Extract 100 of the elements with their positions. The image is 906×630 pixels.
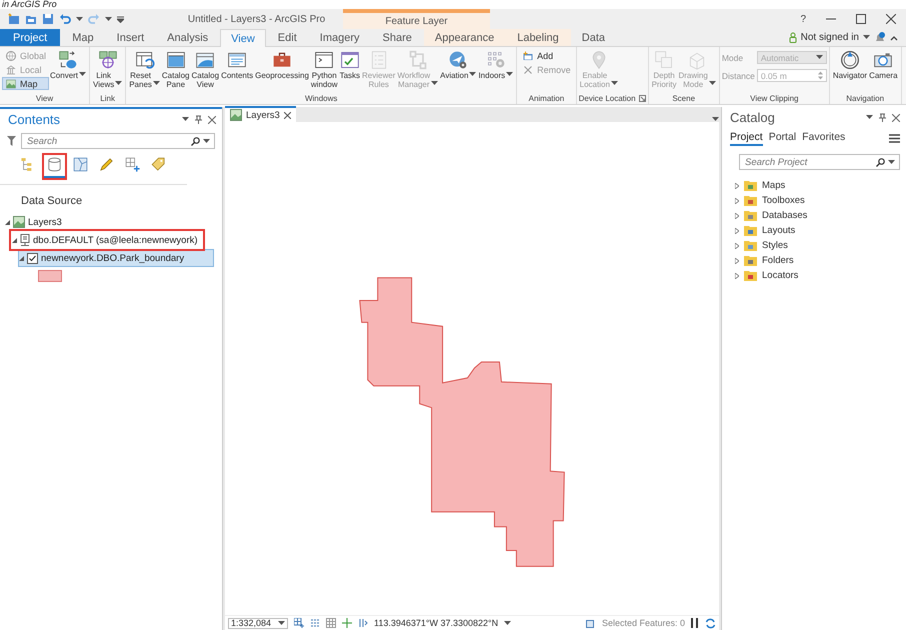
flowchart-icon [408,50,428,70]
tree-item[interactable]: dbo.DEFAULT (sa@leela:newnewyork) [11,231,203,249]
collapsed-triangle-icon [735,228,739,234]
catalog-item[interactable]: Styles [722,238,906,253]
pin-icon[interactable] [195,115,202,124]
grid-icon[interactable] [326,618,336,628]
ribbon-tab[interactable]: Appearance [424,29,506,46]
filter-icon[interactable] [7,136,16,146]
grid-plus-icon[interactable] [294,618,304,628]
tab-list-caret-icon [712,117,719,122]
crosshair-icon[interactable] [342,618,352,628]
list-window-icon [227,50,248,70]
dialog-launcher-icon[interactable] [638,95,646,102]
folder-icon [744,270,757,281]
ribbon-button[interactable]: Catalog View [190,49,220,90]
ribbon-tab[interactable]: Labeling [506,29,570,46]
ribbon-tab[interactable]: Share [372,29,423,46]
pause-icon[interactable] [691,618,699,628]
caption-text: in ArcGIS Pro [1,0,58,9]
pin-icon[interactable] [879,113,886,122]
grid-plus-icon [124,156,141,173]
pane-menu-caret-icon [866,115,873,120]
ribbon-button[interactable]: Link Views [92,49,124,90]
catalog-item[interactable]: Maps [722,178,906,193]
close-icon[interactable] [284,112,291,118]
map-convert-icon [58,50,78,70]
compass-icon [840,50,860,70]
catalog-item[interactable]: Folders [722,253,906,268]
map-view-tab[interactable]: Layers3 [225,106,296,122]
catalog-item[interactable]: Layouts [722,223,906,238]
catalog-tab[interactable]: Project [730,131,763,146]
close-icon[interactable] [208,116,216,124]
ribbon-button[interactable]: Reset Panes [128,49,161,90]
ribbon-group-label: Device Location [578,94,636,103]
catalog-item[interactable]: Locators [722,268,906,283]
scale-dropdown[interactable]: 1:332,084 [228,618,288,628]
menu-icon[interactable] [889,134,900,143]
field-label: Mode [722,52,744,62]
notification-bell-icon[interactable] [874,32,886,44]
dropdown-caret-icon [816,55,823,60]
dropdown-caret-icon [504,620,512,626]
server-icon [20,234,30,246]
expanded-triangle-icon[interactable] [12,238,17,242]
ribbon-button[interactable]: Indoors [477,49,514,81]
undo-icon[interactable] [59,13,71,25]
open-folder-icon[interactable] [25,13,37,25]
ribbon-button[interactable]: Convert [49,49,88,81]
tree-item[interactable]: Layers3 [4,213,67,231]
ribbon-button[interactable]: Contents [220,49,254,81]
ribbon-tab[interactable]: Data [570,29,616,46]
section-heading: Data Source [20,194,84,209]
ribbon-tab[interactable]: Edit [266,29,308,46]
ribbon-button[interactable]: Camera [868,49,899,81]
maximize-icon[interactable] [856,14,866,24]
refresh-icon[interactable] [705,618,716,628]
save-icon[interactable] [42,13,54,25]
ribbon-button[interactable]: Catalog Pane [160,49,190,90]
catalog-item[interactable]: Databases [722,208,906,223]
new-project-icon[interactable] [8,13,20,25]
field-label: Distance [722,70,754,80]
ribbon-tab[interactable]: Analysis [156,29,220,46]
expanded-triangle-icon[interactable] [5,220,10,224]
catalog-tab[interactable]: Portal [768,131,796,146]
pane-title: Catalog [730,110,775,125]
customize-caret-icon[interactable] [117,16,124,22]
ribbon-tab[interactable]: View [220,29,266,47]
ribbon-button[interactable]: Navigator [832,49,868,81]
search-field[interactable]: Search [21,133,215,149]
collapsed-triangle-icon [735,242,739,248]
ribbon-tab[interactable]: Project [0,29,60,46]
pane-view-button[interactable] [44,155,65,178]
ribbon-button[interactable]: Map [2,77,50,90]
folder-icon [744,255,757,266]
ribbon-tab[interactable]: Insert [106,29,156,46]
search-field[interactable]: Search Project [739,154,900,170]
ribbon-button[interactable]: Python window [310,49,339,90]
ribbon-button[interactable]: Geoprocessing [254,49,310,81]
dimension-icon[interactable] [358,618,368,628]
ribbon-tab[interactable]: Map [61,29,105,46]
collapse-ribbon-icon[interactable] [890,34,898,40]
selection-icon [72,156,89,173]
map-icon [230,109,242,121]
catalog-tab[interactable]: Favorites [802,131,846,146]
expanded-triangle-icon[interactable] [19,256,24,260]
ribbon-button[interactable]: Aviation [439,49,478,81]
help-button[interactable]: ? [800,14,806,24]
close-icon[interactable] [892,114,900,122]
ribbon-button[interactable]: Add [519,49,574,62]
catalog-item[interactable]: Toolboxes [722,193,906,208]
ribbon-group-label: View Clipping [750,94,798,103]
person-icon [788,32,797,43]
ribbon-tab[interactable]: Imagery [308,29,371,46]
close-icon[interactable] [886,14,896,24]
dropdown-caret-icon [203,139,210,144]
selected-features-count: Selected Features: 0 [602,618,685,628]
ribbon-button[interactable]: Tasks [338,49,362,81]
checkbox[interactable] [27,252,38,264]
snapping-icon[interactable] [310,618,320,628]
ribbon-group-label: Scene [672,94,696,103]
account-menu[interactable]: Not signed in [800,32,859,43]
